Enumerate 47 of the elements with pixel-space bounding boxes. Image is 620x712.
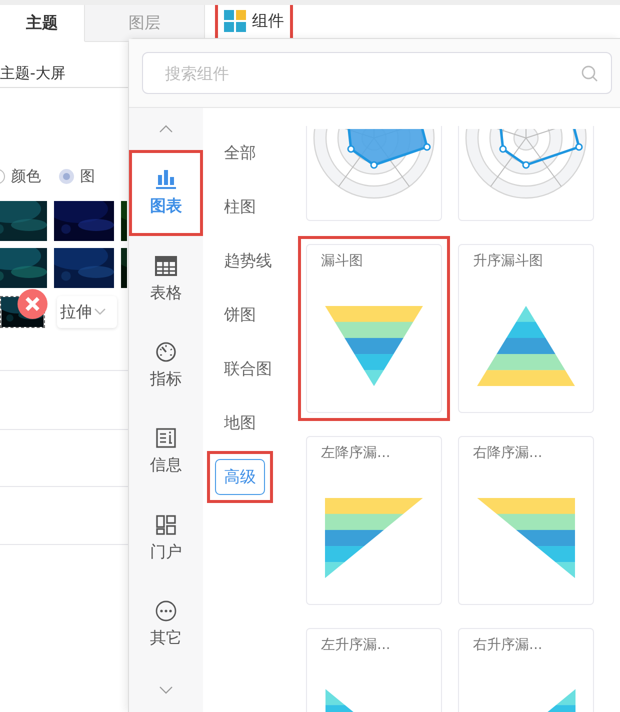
component-card[interactable]: 右降序漏... [458,436,594,605]
select-value: 拉伸 [60,300,92,322]
category-tab[interactable]: 门户 [129,495,203,582]
data-point [522,161,530,169]
subcategory-item[interactable]: 柱图 [215,189,265,225]
subcategory-item[interactable]: 地图 [215,405,265,441]
search-field[interactable]: 搜索组件 [142,52,612,94]
search-icon [581,65,598,82]
subcategory-item[interactable]: 饼图 [215,297,265,333]
card-title: 左升序漏... [321,636,390,655]
caret-up-icon[interactable] [159,125,173,134]
card-title: 漏斗图 [321,252,363,271]
card-title: 右降序漏... [473,444,542,463]
category-tab[interactable]: 其它 [129,582,203,668]
grid-icon [224,10,246,32]
component-card[interactable]: 漏斗图 [306,244,442,413]
component-card[interactable]: 左升序漏... [306,628,442,712]
fit-mode-select[interactable]: 拉伸 [57,296,117,328]
category-tab[interactable]: 信息 [129,409,203,496]
data-point [499,145,507,153]
card-title: 左降序漏... [321,444,390,463]
card-title: 升序漏斗图 [473,252,543,271]
card-title: 右升序漏... [473,636,542,655]
data-point [370,161,378,169]
bar-chart-icon [155,168,177,190]
component-card[interactable]: 升序漏斗图 [458,244,594,413]
component-card[interactable]: 左降序漏... [306,436,442,605]
table-icon [155,254,177,277]
caret-icon [94,308,106,316]
category-tab[interactable]: 图表 [129,150,203,236]
gauge-icon [155,340,177,363]
data-point [423,143,431,151]
info-icon [155,427,177,450]
more-icon [155,600,177,622]
radio-option[interactable]: 图 [59,165,95,188]
subcategory-item[interactable]: 联合图 [215,351,281,387]
caret-down-icon[interactable] [159,686,173,694]
layout-icon [155,514,177,536]
component-card[interactable]: 右升序漏... [458,628,594,712]
data-point [575,143,583,151]
data-point [347,145,355,153]
category-tab[interactable]: 表格 [129,236,203,323]
subcategory-item[interactable]: 全部 [215,135,265,171]
radio-option[interactable]: 颜色 [0,165,41,188]
subcategory-item[interactable]: 高级 [215,459,265,495]
category-tab[interactable]: 指标 [129,322,203,410]
subcategory-item[interactable]: 趋势线 [215,243,281,279]
